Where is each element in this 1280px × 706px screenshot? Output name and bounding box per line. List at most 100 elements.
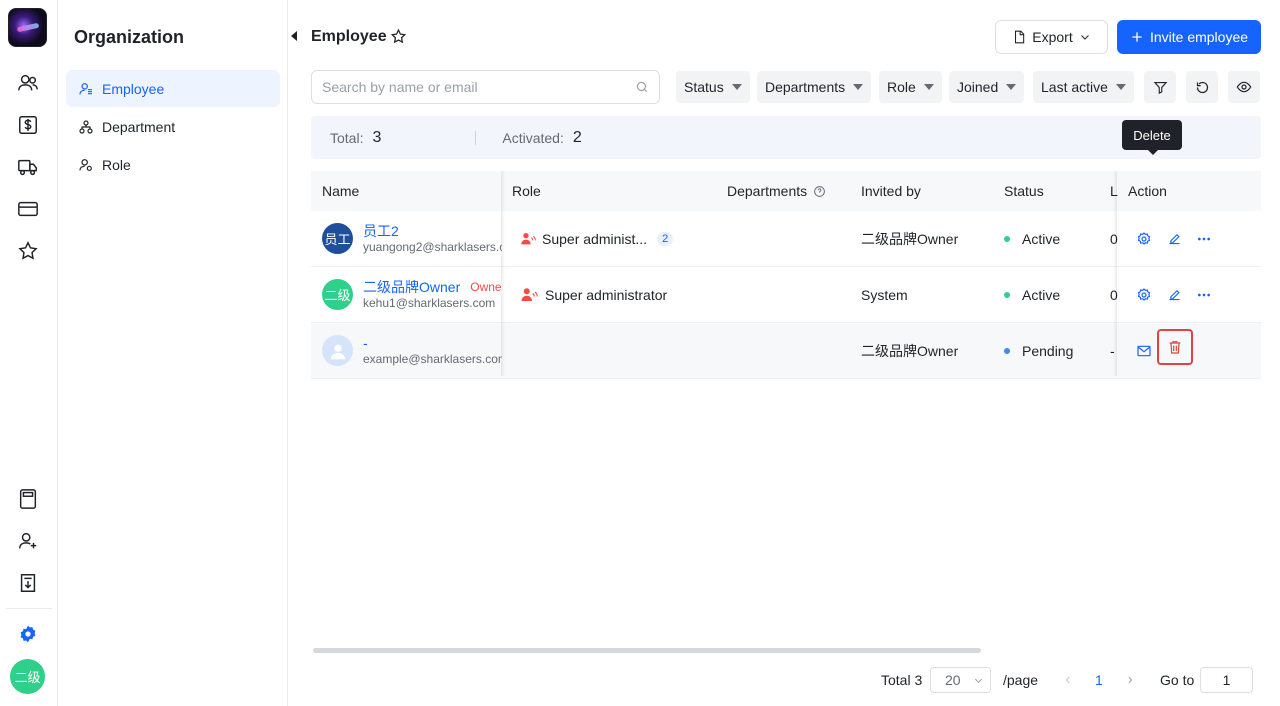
table-header: Name Role Departments Invited by Status … [311,171,1261,211]
chevron-down-icon [1080,35,1089,40]
delete-button[interactable] [1157,329,1193,365]
employee-name-link[interactable]: - [363,335,502,351]
favorite-star-icon[interactable] [390,28,407,48]
name-cell: 二级 二级品牌Owner Owner kehu1@sharklasers.com [322,267,502,322]
nav-item-label: Department [102,118,176,135]
refresh-button[interactable] [1186,71,1218,103]
admin-role-icon [521,287,538,301]
summary-bar: Total: 3 Activated: 2 [311,116,1261,159]
filter-joined[interactable]: Joined [949,71,1025,103]
column-action: Action [1128,183,1167,199]
calculator-icon[interactable] [15,486,41,512]
page-title: Employee [311,28,387,45]
pagination-total: Total 3 [881,672,923,688]
nav-item-employee[interactable]: Employee [66,70,280,107]
more-icon [1198,293,1210,296]
next-page-button[interactable] [1125,667,1135,693]
filter-label: Last active [1041,79,1108,95]
invite-employee-button[interactable]: Invite employee [1117,20,1261,54]
export-button[interactable]: Export [995,20,1108,54]
mail-icon [1137,345,1151,356]
column-name[interactable]: Name [322,171,359,211]
fixed-column-shadow [501,171,505,376]
filter-departments[interactable]: Departments [757,71,872,103]
nav-item-department[interactable]: Department [66,108,280,145]
goto-label: Go to [1160,672,1195,688]
column-departments[interactable]: Departments [727,171,826,211]
chevron-left-icon [1065,676,1070,684]
edit-button[interactable] [1164,229,1184,249]
page-size-select[interactable]: 20 [930,667,991,693]
invited-by-cell: System [861,286,908,303]
column-role[interactable]: Role [512,171,541,211]
icon-rail: 二级 [0,0,58,706]
goto-page-input[interactable] [1200,667,1253,693]
role-settings-button[interactable] [1134,285,1154,305]
avatar: 二级 [322,279,353,310]
employee-email: example@sharklasers.com [363,351,502,366]
gear-user-icon [1137,231,1151,245]
prev-page-button[interactable] [1063,667,1073,693]
owner-tag: Owner [470,279,502,294]
caret-down-icon [1115,84,1126,90]
chevron-down-icon [974,678,983,683]
nav-item-role[interactable]: Role [66,146,280,183]
users-icon[interactable] [15,70,41,96]
column-invited-by[interactable]: Invited by [861,171,921,211]
more-button[interactable] [1194,285,1214,305]
filter-last-active[interactable]: Last active [1033,71,1134,103]
user-add-icon[interactable] [15,528,41,554]
filter-status[interactable]: Status [676,71,750,103]
activated-label: Activated: [502,129,564,146]
app-logo[interactable] [8,8,47,47]
dollar-icon[interactable] [15,112,41,138]
search-box[interactable] [311,70,660,104]
role-name: Super administ... [542,230,648,247]
filter-label: Status [684,79,724,95]
help-icon[interactable] [813,185,826,198]
employee-icon [79,82,92,94]
nav-item-label: Role [102,156,131,173]
invited-by-cell: 二级品牌Owner [861,230,959,247]
status-dot [1004,235,1010,242]
role-count-badge[interactable]: 2 [657,231,674,246]
status-cell: Pending [1004,323,1073,378]
more-button[interactable] [1194,229,1214,249]
import-icon[interactable] [15,570,41,596]
action-cell [1134,323,1154,378]
truck-icon[interactable] [15,154,41,180]
user-avatar[interactable]: 二级 [10,659,45,694]
page-size-value: 20 [945,672,961,688]
search-input[interactable] [322,79,635,95]
page-number-current[interactable]: 1 [1095,667,1103,693]
horizontal-scrollbar[interactable] [313,648,981,653]
admin-role-icon [521,232,536,244]
column-status[interactable]: Status [1004,171,1044,211]
table-row: 员工 员工2 yuangong2@sharklasers.com Super a… [311,211,1261,267]
role-name: Super administrator [545,286,668,303]
employee-name-link[interactable]: 二级品牌Owner Owner [363,279,502,295]
status-text: Pending [1022,342,1074,359]
role-settings-button[interactable] [1134,229,1154,249]
role-icon [79,158,92,171]
card-icon[interactable] [15,196,41,222]
star-icon[interactable] [15,238,41,264]
caret-down-icon [923,84,934,90]
plus-icon [1132,32,1142,42]
total-label: Total: [330,129,364,146]
organization-panel: Organization Employee Department Role [58,0,288,706]
employee-email: kehu1@sharklasers.com [363,295,496,310]
avatar: 员工 [322,223,353,254]
filter-button[interactable] [1144,71,1176,103]
filter-role[interactable]: Role [879,71,942,103]
view-columns-button[interactable] [1228,71,1260,103]
edit-icon [1169,233,1180,245]
table-row: - example@sharklasers.com 二级品牌Owner Pend… [311,323,1261,379]
edit-button[interactable] [1164,285,1184,305]
activated-value: 2 [572,128,582,146]
resend-invite-button[interactable] [1134,341,1154,361]
funnel-icon [1153,81,1167,94]
settings-icon[interactable] [15,621,41,647]
status-text: Active [1022,286,1061,303]
employee-name-link[interactable]: 员工2 [363,223,502,239]
